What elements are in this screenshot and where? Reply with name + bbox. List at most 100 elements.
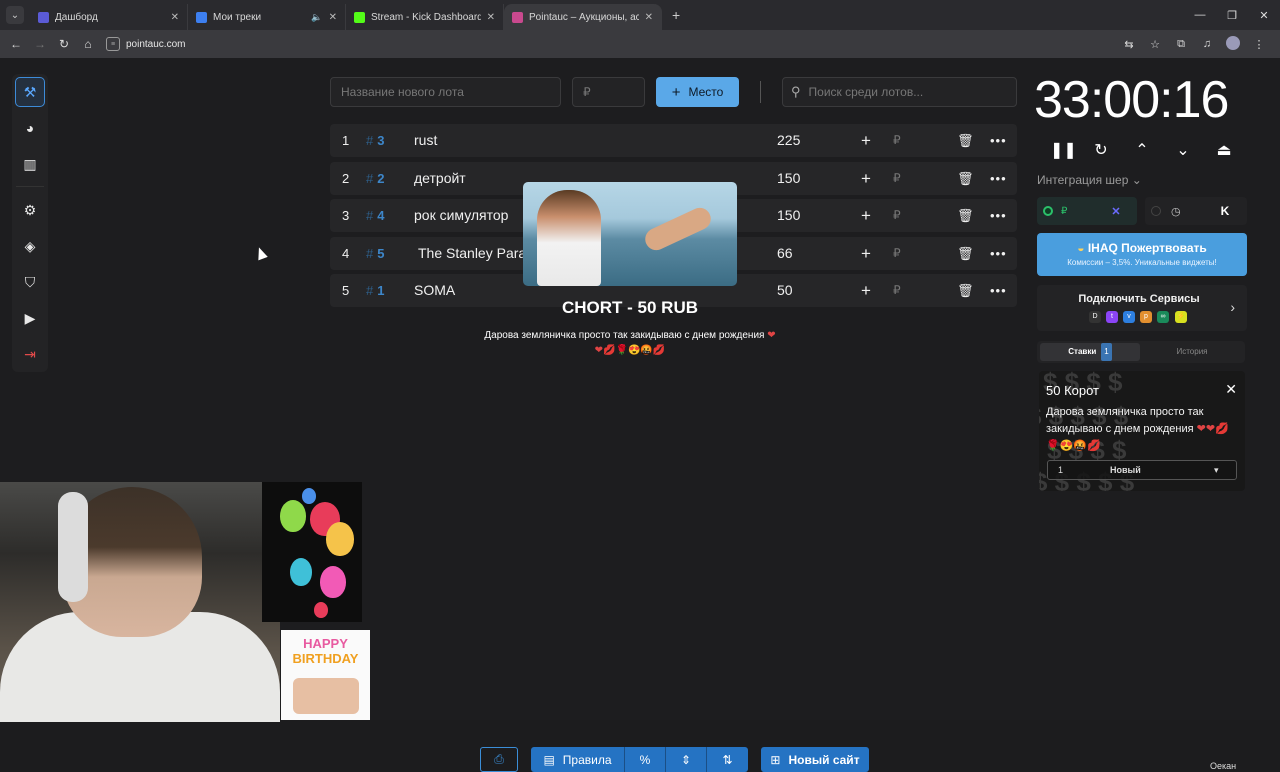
bids-tabs: Ставки 1 История	[1037, 341, 1245, 363]
add-amount-field[interactable]: ₽	[893, 124, 901, 157]
twitch-icon: t	[1106, 311, 1118, 323]
settings-gear-icon[interactable]: ⚙	[15, 195, 45, 225]
alert-arm-figure	[641, 204, 715, 254]
delete-trash-icon[interactable]: 🗑	[957, 162, 974, 195]
more-options-icon[interactable]: •••	[990, 237, 1007, 270]
url-text: pointauc.com	[126, 38, 186, 50]
translate-icon[interactable]: ⇆	[1116, 38, 1142, 51]
integration-dropdown[interactable]: Интеграция шер ⌄	[1037, 173, 1142, 187]
chevron-up-icon[interactable]: ⌃	[1132, 140, 1152, 160]
close-icon[interactable]: ✕	[1225, 381, 1237, 398]
bid-lot-select[interactable]: 1 Новый ▾	[1047, 460, 1237, 480]
lot-name[interactable]: рок симулятор	[414, 199, 508, 232]
add-amount-icon[interactable]: +	[861, 237, 871, 270]
browser-menu-icon[interactable]: ⋮	[1246, 38, 1272, 51]
bookmark-star-icon[interactable]: ☆	[1142, 38, 1168, 51]
double-up-icon[interactable]: ⏏	[1214, 140, 1234, 160]
profile-avatar[interactable]	[1220, 35, 1246, 53]
split-icon[interactable]: ⇕	[666, 747, 707, 772]
lot-amount[interactable]: 150	[777, 199, 800, 232]
restore-icon[interactable]: ❐	[1216, 9, 1248, 22]
window-close-icon[interactable]: ✕	[1248, 9, 1280, 22]
lot-hash: #	[366, 133, 374, 148]
lot-row[interactable]: 1 #3 rust 225 + ₽ 🗑 •••	[330, 124, 1017, 157]
reload-icon[interactable]: ↻	[52, 37, 76, 51]
more-options-icon[interactable]: •••	[990, 124, 1007, 157]
new-lot-input[interactable]: Название нового лота	[330, 77, 561, 107]
tab-search-button[interactable]: ⌄	[6, 6, 24, 24]
more-options-icon[interactable]: •••	[990, 274, 1007, 307]
integration-inactive-chip[interactable]: ◷ K	[1145, 197, 1247, 225]
tab-favicon	[354, 11, 365, 23]
extensions-icon[interactable]: ⧉	[1168, 38, 1194, 51]
close-tab-icon[interactable]: ✕	[171, 12, 179, 23]
forward-icon[interactable]: →	[28, 37, 52, 51]
integration-active-chip[interactable]: ₽ ✕	[1037, 197, 1137, 225]
lot-amount[interactable]: 150	[777, 162, 800, 195]
new-site-button[interactable]: ⊞ Новый сайт	[761, 747, 869, 772]
rules-button[interactable]: ▤ Правила	[531, 747, 625, 772]
lot-name[interactable]: The Stanley Para	[418, 237, 526, 270]
tab-dashboard[interactable]: Дашборд ✕	[30, 4, 188, 30]
percent-icon[interactable]: %	[625, 747, 666, 772]
more-options-icon[interactable]: •••	[990, 199, 1007, 232]
add-place-button[interactable]: + Место	[656, 77, 739, 107]
donate-banner-button[interactable]: ◒ IHAQ Пожертвовать Комиссии – 3,5%. Уни…	[1037, 233, 1247, 276]
add-amount-field[interactable]: ₽	[893, 237, 901, 270]
lot-position: 4	[342, 245, 350, 261]
new-tab-icon[interactable]: +	[672, 7, 680, 23]
layers-icon[interactable]: ◈	[15, 231, 45, 261]
chevron-down-icon[interactable]: ⌄	[1173, 140, 1193, 160]
stats-icon[interactable]: ▥	[15, 149, 45, 179]
tab-history[interactable]: История	[1142, 343, 1242, 361]
save-icon[interactable]: ⎙	[480, 747, 518, 772]
url-field[interactable]: ≡ pointauc.com	[106, 33, 1106, 55]
tab-my-tracks[interactable]: Мои треки 🔈 ✕	[188, 4, 346, 30]
logout-icon[interactable]: ⇥	[15, 339, 45, 369]
auction-hammer-icon[interactable]: ⚒	[15, 77, 45, 107]
search-lots-input[interactable]: ⚲ Поиск среди лотов...	[782, 77, 1017, 107]
close-tab-icon[interactable]: ✕	[645, 12, 653, 23]
lot-name[interactable]: SOMA	[414, 274, 455, 307]
add-amount-field[interactable]: ₽	[893, 162, 901, 195]
speaker-icon[interactable]: 🔈	[311, 12, 322, 23]
connect-services-button[interactable]: Подключить Сервисы › D t v p ∞ ⚡	[1037, 285, 1247, 331]
delete-trash-icon[interactable]: 🗑	[957, 237, 974, 270]
delete-trash-icon[interactable]: 🗑	[957, 274, 974, 307]
add-amount-icon[interactable]: +	[861, 274, 871, 307]
video-icon[interactable]: ▶	[15, 303, 45, 333]
tab-kick-dashboard[interactable]: Stream - Kick Dashboard ✕	[346, 4, 504, 30]
lot-name[interactable]: rust	[414, 124, 437, 157]
window-controls: — ❐ ✕	[1184, 0, 1280, 30]
minimize-icon[interactable]: —	[1184, 9, 1216, 21]
sort-icon[interactable]: ⇅	[707, 747, 748, 772]
reset-icon[interactable]: ↻	[1091, 140, 1111, 160]
add-amount-field[interactable]: ₽	[893, 199, 901, 232]
more-options-icon[interactable]: •••	[990, 162, 1007, 195]
home-icon[interactable]: ⌂	[76, 37, 100, 51]
pause-icon[interactable]: ❚❚	[1050, 140, 1077, 160]
tab-title: Мои треки	[213, 11, 262, 23]
add-amount-icon[interactable]: +	[861, 124, 871, 157]
lot-amount[interactable]: 225	[777, 124, 800, 157]
close-tab-icon[interactable]: ✕	[329, 12, 337, 23]
shield-icon[interactable]: ⛉	[15, 267, 45, 297]
add-amount-icon[interactable]: +	[861, 199, 871, 232]
add-amount-icon[interactable]: +	[861, 162, 871, 195]
amount-input[interactable]: ₽	[572, 77, 645, 107]
wheel-chart-icon[interactable]: ◕	[15, 113, 45, 143]
media-icon[interactable]: ♫	[1194, 38, 1220, 50]
site-info-icon[interactable]: ≡	[106, 37, 120, 51]
tab-pointauc[interactable]: Pointauc – Аукционы, астероиды ✕	[504, 4, 662, 30]
lot-amount[interactable]: 66	[777, 237, 793, 270]
back-icon[interactable]: ←	[4, 37, 28, 51]
search-icon: ⚲	[791, 84, 801, 99]
lot-name[interactable]: детройт	[414, 162, 466, 195]
lot-hash: #	[366, 245, 374, 261]
toolbar-divider	[760, 81, 761, 103]
delete-trash-icon[interactable]: 🗑	[957, 124, 974, 157]
tab-bids[interactable]: Ставки 1	[1040, 343, 1140, 361]
close-tab-icon[interactable]: ✕	[487, 12, 495, 23]
add-amount-field[interactable]: ₽	[893, 274, 901, 307]
delete-trash-icon[interactable]: 🗑	[957, 199, 974, 232]
